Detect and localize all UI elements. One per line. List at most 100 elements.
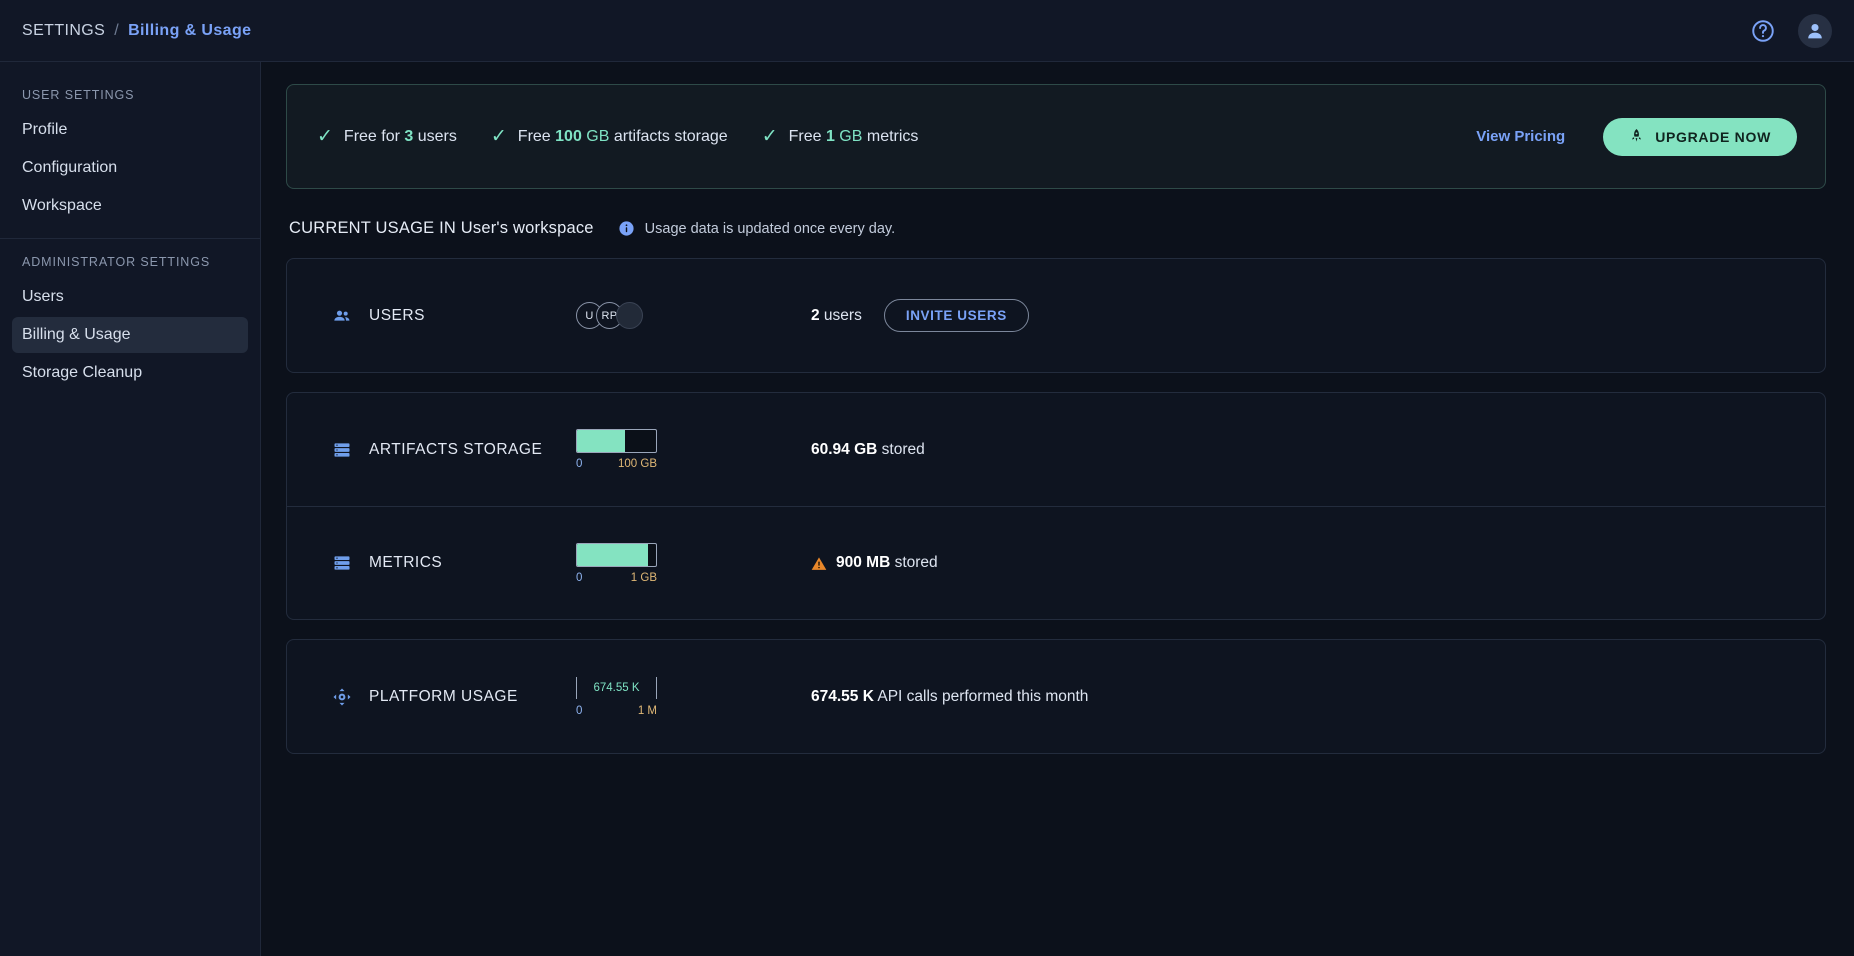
feature-text-post: users bbox=[413, 128, 457, 145]
artifacts-meter-scale: 0 100 GB bbox=[576, 458, 657, 470]
artifacts-meter-col: 0 100 GB bbox=[576, 429, 811, 470]
artifacts-storage-row: ARTIFACTS STORAGE 0 100 GB 60.94 GB stor… bbox=[287, 393, 1825, 506]
feature-text-strong: 3 bbox=[404, 128, 413, 145]
warning-triangle-icon bbox=[811, 556, 827, 571]
top-bar: SETTINGS / Billing & Usage bbox=[0, 0, 1854, 62]
feature-text-strong: 100 bbox=[555, 128, 582, 145]
scale-min: 0 bbox=[576, 458, 582, 470]
metrics-meter-col: 0 1 GB bbox=[576, 543, 811, 584]
sidebar-item-label: Billing & Usage bbox=[22, 326, 131, 343]
platform-value-number: 674.55 K bbox=[811, 688, 874, 705]
scale-min: 0 bbox=[576, 572, 582, 584]
platform-usage-row: PLATFORM USAGE 674.55 K 0 1 M 674.55 K A… bbox=[287, 640, 1825, 753]
check-icon: ✓ bbox=[491, 127, 507, 146]
invite-users-button[interactable]: INVITE USERS bbox=[884, 299, 1029, 332]
metrics-usage-meter bbox=[576, 543, 657, 567]
users-label: USERS bbox=[369, 307, 425, 325]
platform-meter-value: 674.55 K bbox=[577, 682, 656, 694]
banner-actions: View Pricing UPGRADE NOW bbox=[1476, 118, 1797, 156]
server-stack-icon bbox=[332, 440, 352, 460]
storage-metrics-card: ARTIFACTS STORAGE 0 100 GB 60.94 GB stor… bbox=[286, 392, 1826, 620]
users-row-label: USERS bbox=[332, 306, 576, 326]
sidebar-item-profile[interactable]: Profile bbox=[12, 112, 248, 148]
check-icon: ✓ bbox=[762, 127, 778, 146]
sidebar-item-label: Workspace bbox=[22, 197, 102, 214]
users-count: 2 users bbox=[811, 307, 862, 325]
scale-max: 100 GB bbox=[618, 458, 657, 470]
sidebar-item-label: Profile bbox=[22, 121, 67, 138]
page-title: CURRENT USAGE IN User's workspace bbox=[289, 219, 594, 238]
artifacts-value-suffix: stored bbox=[877, 441, 924, 458]
artifacts-usage-meter bbox=[576, 429, 657, 453]
user-avatar-icon[interactable] bbox=[1798, 14, 1832, 48]
meter-tick-end bbox=[656, 677, 657, 699]
feature-text-pre: Free bbox=[789, 128, 826, 145]
users-avatars-col: U RP bbox=[576, 302, 811, 329]
platform-value-suffix: API calls performed this month bbox=[874, 688, 1089, 705]
metrics-label: METRICS bbox=[369, 554, 442, 572]
diamond-arrows-icon bbox=[332, 687, 352, 707]
metrics-value: 900 MB stored bbox=[811, 554, 938, 572]
sidebar-divider bbox=[0, 238, 260, 239]
sidebar-group-label-admin: ADMINISTRATOR SETTINGS bbox=[0, 245, 260, 277]
avatar[interactable] bbox=[616, 302, 643, 329]
sidebar-group-label-user: USER SETTINGS bbox=[0, 78, 260, 110]
metrics-value-number: 900 MB bbox=[836, 554, 890, 571]
upgrade-now-button[interactable]: UPGRADE NOW bbox=[1603, 118, 1797, 156]
help-circle-icon[interactable] bbox=[1750, 18, 1776, 44]
platform-value: 674.55 K API calls performed this month bbox=[811, 688, 1088, 706]
sidebar-item-label: Users bbox=[22, 288, 64, 305]
free-tier-banner: ✓ Free for 3 users ✓ Free 100 GB artifac… bbox=[286, 84, 1826, 189]
rocket-icon bbox=[1629, 128, 1644, 146]
sidebar-item-label: Storage Cleanup bbox=[22, 364, 142, 381]
free-tier-feature: ✓ Free 100 GB artifacts storage bbox=[491, 127, 728, 146]
user-avatars: U RP bbox=[576, 302, 811, 329]
feature-text-pre: Free bbox=[518, 128, 555, 145]
users-row: USERS U RP 2 users INVITE USERS bbox=[287, 259, 1825, 372]
platform-usage-card: PLATFORM USAGE 674.55 K 0 1 M 674.55 K A… bbox=[286, 639, 1826, 754]
sidebar-item-label: Configuration bbox=[22, 159, 117, 176]
feature-text-pre: Free for bbox=[344, 128, 404, 145]
breadcrumb: SETTINGS / Billing & Usage bbox=[22, 22, 251, 40]
people-group-icon bbox=[332, 306, 352, 326]
info-icon bbox=[618, 220, 635, 237]
artifacts-value: 60.94 GB stored bbox=[811, 441, 925, 459]
upgrade-now-label: UPGRADE NOW bbox=[1655, 129, 1771, 145]
feature-text-post: artifacts storage bbox=[609, 128, 727, 145]
platform-usage-meter: 674.55 K bbox=[576, 676, 657, 700]
sidebar-item-billing-usage[interactable]: Billing & Usage bbox=[12, 317, 248, 353]
usage-note: Usage data is updated once every day. bbox=[618, 220, 895, 237]
artifacts-meter-fill bbox=[577, 430, 625, 452]
breadcrumb-current: Billing & Usage bbox=[128, 22, 251, 40]
scale-min: 0 bbox=[576, 705, 582, 717]
sidebar-item-users[interactable]: Users bbox=[12, 279, 248, 315]
view-pricing-link[interactable]: View Pricing bbox=[1476, 128, 1565, 145]
metrics-row-label: METRICS bbox=[332, 553, 576, 573]
platform-meter-col: 674.55 K 0 1 M bbox=[576, 676, 811, 717]
server-stack-icon bbox=[332, 553, 352, 573]
metrics-row: METRICS 0 1 GB bbox=[287, 506, 1825, 619]
free-tier-feature: ✓ Free for 3 users bbox=[317, 127, 457, 146]
free-tier-feature-list: ✓ Free for 3 users ✓ Free 100 GB artifac… bbox=[317, 127, 918, 146]
users-count-value: 2 bbox=[811, 307, 820, 324]
feature-text-post: metrics bbox=[862, 128, 918, 145]
platform-meter-scale: 0 1 M bbox=[576, 705, 657, 717]
platform-row-label: PLATFORM USAGE bbox=[332, 687, 576, 707]
users-count-unit: users bbox=[820, 307, 862, 324]
users-card: USERS U RP 2 users INVITE USERS bbox=[286, 258, 1826, 373]
current-usage-header: CURRENT USAGE IN User's workspace Usage … bbox=[289, 219, 1826, 238]
main-content: ✓ Free for 3 users ✓ Free 100 GB artifac… bbox=[261, 62, 1854, 956]
sidebar-item-configuration[interactable]: Configuration bbox=[12, 150, 248, 186]
sidebar-item-workspace[interactable]: Workspace bbox=[12, 188, 248, 224]
artifacts-value-number: 60.94 GB bbox=[811, 441, 877, 458]
metrics-meter-fill bbox=[577, 544, 648, 566]
scale-max: 1 GB bbox=[631, 572, 657, 584]
artifacts-label: ARTIFACTS STORAGE bbox=[369, 441, 542, 459]
sidebar-item-storage-cleanup[interactable]: Storage Cleanup bbox=[12, 355, 248, 391]
users-row-actions: 2 users INVITE USERS bbox=[811, 299, 1029, 332]
platform-label: PLATFORM USAGE bbox=[369, 688, 518, 706]
sidebar: USER SETTINGS Profile Configuration Work… bbox=[0, 62, 261, 956]
breadcrumb-root[interactable]: SETTINGS bbox=[22, 22, 105, 40]
scale-max: 1 M bbox=[638, 705, 657, 717]
feature-text-strong: 1 bbox=[826, 128, 835, 145]
